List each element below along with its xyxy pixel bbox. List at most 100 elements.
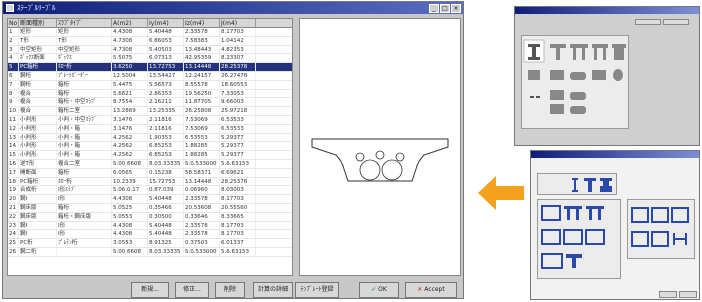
edit-button[interactable]: 修正... [175,282,209,298]
table-row[interactable]: 21 鋼床版 箱桁 5.0525 0.35466 20.53608 20.55560 [8,203,292,213]
dialog-field[interactable] [663,19,689,25]
table-cell: 7 [8,80,19,89]
delete-button[interactable]: 削除 [215,282,245,298]
ok-button[interactable]: ✓ OK [359,282,399,298]
table-row[interactable]: 9 複合 箱桁・中空ｽﾗﾌﾞ 8.7554 2.16211 11.87705 9.66003 [8,98,292,108]
table-cell: 26 [8,247,19,256]
table-cell: 小判形 [19,142,57,151]
table-cell: 5.06.0.17 [112,186,148,195]
table-cell: 18 [8,177,19,186]
table-row[interactable]: 25 PC桁 ﾌﾟﾚﾃﾝ桁 3.0553 8.91325 0.37503 6.01337 [8,239,292,248]
table-cell: I形 [57,230,112,239]
table-cell: 26.27478 [220,71,256,80]
table-row[interactable]: 22 鋼床版 箱桁・鋼床版 5.0553 0.30500 0.33646 8.33665 [8,212,292,222]
table-cell: 5.0.533000 [184,247,220,256]
table-row[interactable]: 23 鋼I I形 4.4308 5.40448 2.33578 8.17703 [8,221,292,231]
table-row[interactable]: 8 複合 箱桁 5.6621 2.86353 19.56250 7.33053 [8,89,292,99]
table-row[interactable]: 11 小判形 小判・中空ｽﾗﾌﾞ 3.1476 2.11816 7.53069 6.5353… [8,115,292,125]
i-shape-icons [572,178,612,192]
table-row[interactable]: 12 小判形 小判・箱 3.1476 2.11816 7.53069 6.53533 [8,124,292,134]
column-header[interactable]: Iy(m4) [148,19,184,27]
table-row[interactable]: 17 開断面 箱桁 6.0565 0.15238 58.58371 6.69621 [8,168,292,178]
table-row[interactable]: 16 逆T形 複合二室 5.00.6608 8.03.33335 5.0.533000 5.… [8,159,292,169]
dialog-titlebar [515,7,699,14]
table-cell: 9 [8,98,19,107]
table-cell: 19 [8,186,19,195]
table-row[interactable]: 7 鋼桁 箱桁 5.4475 5.56573 8.55578 18.60553 [8,80,292,90]
table-cell: 鋼桁 [19,71,57,80]
table-cell: 2.11816 [148,124,184,133]
table-cell: 0.15238 [148,168,184,177]
section-table[interactable]: No 断面種別 ｽﾗﾌﾞﾀｲﾌﾟ A(m2) Iy(m4) Iz(m4) J(m… [7,18,293,276]
template-register-button[interactable]: ﾃﾝﾌﾟﾚｰﾄ登録 [295,282,339,298]
column-header[interactable]: No [8,19,19,27]
accept-button[interactable]: ✕ Accept [405,282,457,298]
column-header[interactable]: 断面種別 [19,19,57,27]
table-row[interactable]: 26 鋼二桁 5.00.6608 8.03.33335 5.0.533000 5.6.63… [8,247,292,257]
check-icon: ✓ [371,286,377,293]
table-cell: 中空矩形 [19,45,57,54]
table-row[interactable]: 10 複合 箱桁二室 13.2869 13.25335 26.25808 25.97218 [8,107,292,116]
table-cell: 小判・箱 [57,124,112,133]
calc-detail-button[interactable]: 計算の詳細 [253,282,293,298]
table-cell: 8.23307 [220,54,256,63]
table-row[interactable]: 6 鋼桁 ﾌﾟﾚｰﾄｶﾞｰﾀﾞｰ 12.5004 13.54427 12.24157 26.… [8,71,292,81]
column-header[interactable]: ｽﾗﾌﾞﾀｲﾌﾟ [57,19,112,27]
table-cell: 12 [8,124,19,133]
table-row[interactable]: 15 小判形 小判・箱 4.2562 6.85253 1.88285 5.29377 [8,151,292,160]
table-row[interactable]: 5 PC箱桁 ﾎﾛｰ桁 3.6250 13.72753 13.14448 28.25378 [8,63,292,72]
table-row[interactable]: 18 PC箱桁 ﾎﾛｰ桁 10.2339 15.72753 13.14448 28.2537… [8,177,292,187]
table-row[interactable]: 19 合成桁 I形ｽﾗﾌﾞ 5.06.0.17 0.87.039 0.06960 8.030… [8,186,292,196]
window-titlebar: ｽﾃｰﾌﾞﾙﾘｰﾌﾞﾙ _ □ × [3,2,463,14]
table-row[interactable]: 1 矩形 矩形 4.4308 5.40448 2.33578 8.17703 [8,28,292,37]
table-row[interactable]: 13 小判形 小判・箱 4.2562 1.90353 6.53553 5.29377 [8,133,292,143]
table-cell [57,247,112,256]
table-cell: 5 [8,63,19,71]
table-cell: 11 [8,115,19,124]
column-header[interactable]: A(m2) [112,19,148,27]
table-cell: 5.29377 [220,142,256,151]
table-cell: 2 [8,36,19,45]
table-cell: 2.11816 [148,115,184,124]
table-cell: 箱桁 [57,203,112,212]
table-cell: 逆T形 [19,159,57,168]
table-cell: 3.0553 [112,239,148,247]
table-cell: 0.33646 [184,212,220,221]
table-cell: 2.33578 [184,195,220,203]
table-cell: 0.30500 [148,212,184,221]
table-row[interactable]: 24 鋼I I形 4.4308 5.40448 2.33578 8.17703 [8,230,292,240]
table-cell: 6.53553 [184,133,220,142]
new-button[interactable]: 新規... [131,282,169,298]
close-button[interactable]: × [451,3,461,13]
column-header[interactable]: J(m4) [220,19,256,27]
table-body: 1 矩形 矩形 4.4308 5.40448 2.33578 8.17703 2 T形 T形 4.7… [8,28,292,257]
maximize-button[interactable]: □ [440,3,450,13]
table-cell: 6.53533 [220,124,256,133]
table-row[interactable]: 4 ﾎﾞｯｸｽ断面 ﾎﾞｯｸｽ 5.5075 6.07313 42.95359 8.2330… [8,54,292,64]
table-cell: 28.25378 [220,177,256,186]
minimize-button[interactable]: _ [429,3,439,13]
dialog-ok-button[interactable] [659,291,677,298]
table-cell: 6.01337 [220,239,256,247]
column-header[interactable]: Iz(m4) [184,19,220,27]
table-cell: 15 [8,151,19,159]
table-row[interactable]: 2 T形 T形 4.7308 6.86053 7.58383 1.04142 [8,36,292,46]
table-cell: 鋼二桁 [19,247,57,256]
table-cell: 2.33578 [184,221,220,230]
ok-label: OK [378,286,387,293]
table-row[interactable]: 20 鋼I I形 4.4308 5.40448 2.33578 8.17703 [8,195,292,204]
table-row[interactable]: 3 中空矩形 中空矩形 4.7308 5.40503 13.48443 4.82353 [8,45,292,55]
table-cell: 20 [8,195,19,203]
table-cell: 8.17703 [220,230,256,239]
section-preview [299,18,461,276]
table-cell: 箱桁 [57,80,112,89]
left-arrow-icon [478,176,524,210]
table-row[interactable]: 14 小判形 小判・箱 4.2562 6.85253 1.88285 5.29377 [8,142,292,152]
table-cell: 58.58371 [184,168,220,177]
table-cell: T形 [57,36,112,45]
table-cell: 7.58383 [184,36,220,45]
dialog-cancel-button[interactable] [679,291,697,298]
table-cell: 4.2562 [112,142,148,151]
dialog-field[interactable] [635,19,661,25]
table-cell: 20.55560 [220,203,256,212]
